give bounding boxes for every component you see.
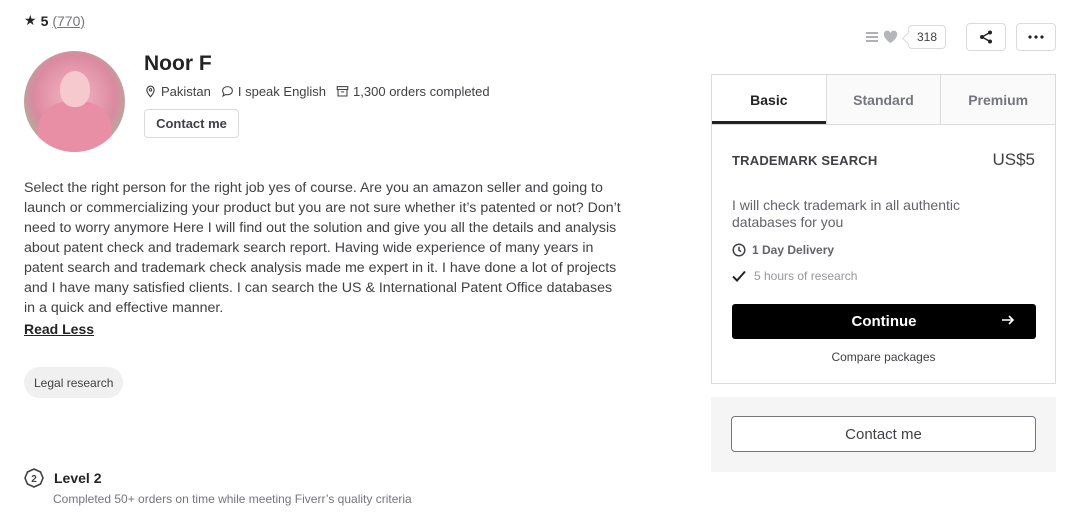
package-feature: 5 hours of research [732, 269, 857, 283]
seller-orders: 1,300 orders completed [353, 84, 490, 99]
box-icon [336, 86, 349, 97]
ellipsis-icon [1028, 35, 1044, 39]
compare-packages-link[interactable]: Compare packages [712, 350, 1055, 364]
level-badge-number: 2 [31, 474, 37, 485]
seller-language: I speak English [237, 84, 327, 99]
level-title: Level 2 [54, 470, 102, 486]
tab-basic[interactable]: Basic [712, 75, 826, 124]
more-options-button[interactable] [1016, 23, 1056, 51]
share-button[interactable] [966, 23, 1006, 51]
gig-actions: 318 [865, 23, 1056, 51]
location-item: Pakistan [144, 84, 211, 99]
save-group [865, 30, 898, 44]
level-description: Completed 50+ orders on time while meeti… [53, 492, 412, 506]
tab-standard[interactable]: Standard [825, 75, 941, 124]
seller-meta: Pakistan I speak English 1,300 orders co… [144, 84, 490, 99]
orders-item: 1,300 orders completed [336, 84, 490, 99]
gig-description: Select the right person for the right jo… [24, 180, 621, 316]
continue-button[interactable]: Continue [732, 304, 1036, 339]
heart-icon[interactable] [883, 30, 898, 44]
collections-list-icon[interactable] [865, 30, 879, 44]
level-badge-icon: 2 [24, 468, 44, 488]
continue-label: Continue [851, 313, 917, 330]
location-pin-icon [146, 85, 155, 98]
tab-premium[interactable]: Premium [940, 75, 1056, 124]
seller-country: Pakistan [161, 84, 211, 99]
level-row: 2 Level 2 [24, 468, 101, 488]
delivery-label: 1 Day Delivery [752, 243, 835, 257]
seller-avatar[interactable] [24, 51, 125, 152]
contact-me-button[interactable]: Contact me [144, 109, 239, 138]
save-count: 318 [907, 25, 946, 49]
package-tabs: Basic Standard Premium [712, 75, 1056, 125]
package-card: Basic Standard Premium TRADEMARK SEARCH … [711, 74, 1056, 384]
package-description: I will check trademark in all authentic … [732, 197, 960, 230]
delivery-time: 1 Day Delivery [732, 243, 834, 257]
share-icon [980, 30, 992, 44]
checkmark-icon [732, 270, 746, 282]
clock-icon [732, 243, 746, 257]
rating-score: 5 [40, 12, 49, 29]
arrow-right-icon [1002, 315, 1015, 325]
star-icon: ★ [24, 12, 37, 28]
read-less-link[interactable]: Read Less [24, 321, 94, 337]
contact-panel: Contact me [711, 397, 1056, 472]
rating-summary: ★ 5 (770) [24, 12, 85, 29]
package-price: US$5 [992, 150, 1035, 169]
contact-me-panel-button[interactable]: Contact me [731, 416, 1036, 452]
chat-bubble-icon [221, 86, 233, 98]
seller-name[interactable]: Noor F [144, 52, 212, 76]
feature-label: 5 hours of research [754, 269, 858, 283]
category-tag[interactable]: Legal research [24, 367, 124, 398]
language-item: I speak English [221, 84, 326, 99]
rating-count-link[interactable]: (770) [52, 13, 85, 29]
package-title: TRADEMARK SEARCH [732, 153, 878, 168]
